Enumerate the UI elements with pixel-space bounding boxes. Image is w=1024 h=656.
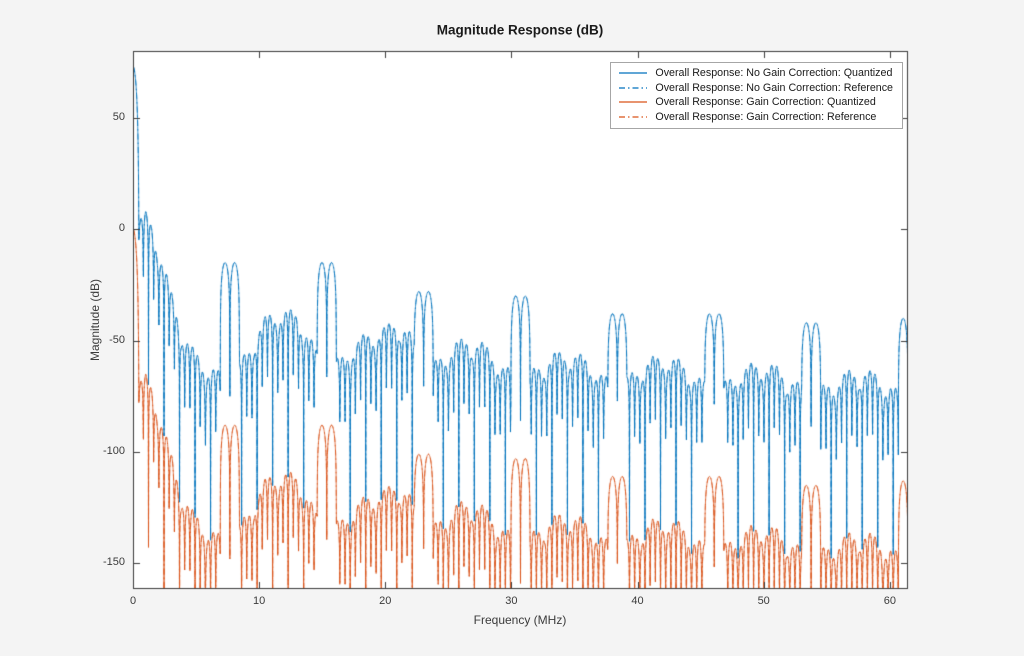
y-axis-label: Magnitude (dB): [88, 278, 102, 362]
legend[interactable]: Overall Response: No Gain Correction: Qu…: [610, 62, 903, 129]
legend-line-sample: [619, 116, 648, 118]
legend-item-label: Overall Response: No Gain Correction: Re…: [655, 81, 893, 94]
figure-window: Magnitude Response (dB) Frequency (MHz) …: [0, 0, 1024, 656]
legend-item[interactable]: Overall Response: Gain Correction: Quant…: [618, 95, 893, 110]
x-tick-label: 40: [631, 595, 644, 607]
y-tick-label: -50: [109, 333, 125, 346]
x-tick-label: 50: [757, 595, 770, 607]
legend-item[interactable]: Overall Response: No Gain Correction: Re…: [618, 81, 893, 96]
x-axis-label: Frequency (MHz): [473, 613, 567, 627]
x-tick-label: 60: [883, 595, 896, 607]
y-tick-label: 0: [118, 222, 125, 235]
legend-item[interactable]: Overall Response: No Gain Correction: Qu…: [618, 66, 893, 81]
x-tick-label: 30: [505, 595, 518, 607]
legend-item[interactable]: Overall Response: Gain Correction: Refer…: [618, 110, 893, 125]
y-tick-label: -100: [102, 444, 125, 457]
x-tick-label: 20: [379, 595, 392, 607]
y-tick-label: -150: [102, 556, 125, 569]
y-tick-label: 50: [112, 110, 125, 123]
legend-item-label: Overall Response: Gain Correction: Quant…: [655, 96, 876, 109]
x-tick-label: 0: [129, 595, 137, 607]
x-tick-label: 10: [253, 595, 266, 607]
legend-line-sample: [619, 72, 648, 74]
legend-line-sample: [619, 87, 648, 89]
legend-line-sample: [619, 101, 648, 103]
legend-item-label: Overall Response: No Gain Correction: Qu…: [655, 67, 893, 80]
legend-item-label: Overall Response: Gain Correction: Refer…: [655, 110, 877, 123]
chart-title: Magnitude Response (dB): [436, 22, 604, 38]
